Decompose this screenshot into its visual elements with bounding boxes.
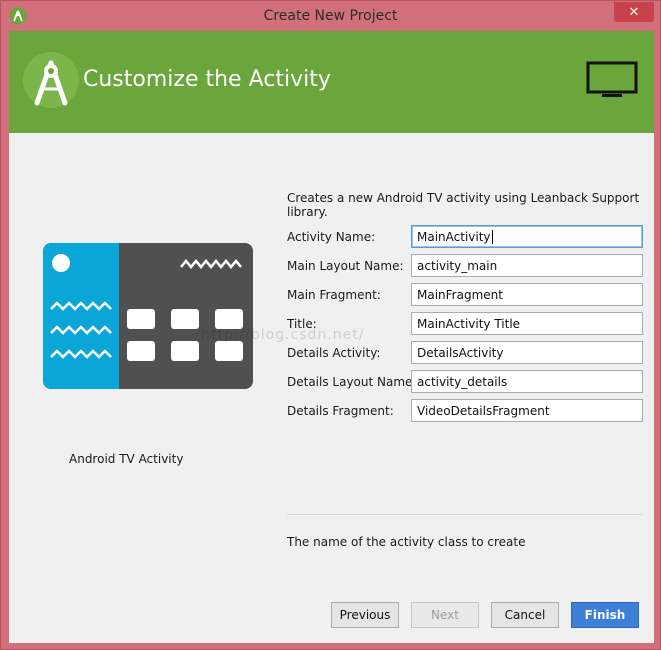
form-row-details-activity: Details Activity: DetailsActivity [287,341,644,364]
form-row-details-layout-name: Details Layout Name: activity_details [287,370,644,393]
tv-icon [586,61,638,97]
details-activity-label: Details Activity: [287,345,381,360]
android-tv-activity-preview-image [43,243,253,389]
details-layout-name-label: Details Layout Name: [287,374,417,389]
main-layout-name-input[interactable]: activity_main [411,254,643,277]
title-input[interactable]: MainActivity Title [411,312,643,335]
form-row-main-layout-name: Main Layout Name: activity_main [287,254,644,277]
details-fragment-label: Details Fragment: [287,403,394,418]
main-fragment-label: Main Fragment: [287,287,381,302]
main-fragment-input[interactable]: MainFragment [411,283,643,306]
form-row-activity-name: Activity Name: MainActivity [287,225,644,248]
activity-name-label: Activity Name: [287,229,376,244]
close-icon: ✕ [628,4,640,20]
page-title: Customize the Activity [83,67,331,92]
dialog-window: Create New Project ✕ Customize the Activ… [0,0,661,650]
wizard-header: Customize the Activity [9,31,654,133]
form-row-details-fragment: Details Fragment: VideoDetailsFragment [287,399,644,422]
main-layout-name-label: Main Layout Name: [287,258,404,273]
divider [287,514,642,515]
cancel-button[interactable]: Cancel [491,602,559,628]
window-title: Create New Project [263,8,398,24]
details-activity-input[interactable]: DetailsActivity [411,341,643,364]
details-fragment-input[interactable]: VideoDetailsFragment [411,399,643,422]
dialog-content: Customize the Activity Creates a new And… [9,31,654,643]
template-name-caption: Android TV Activity [69,452,184,466]
form-row-main-fragment: Main Fragment: MainFragment [287,283,644,306]
activity-name-input[interactable]: MainActivity [411,225,643,248]
next-button[interactable]: Next [411,602,479,628]
field-help-text: The name of the activity class to create [287,535,526,549]
template-description: Creates a new Android TV activity using … [287,191,640,219]
previous-button[interactable]: Previous [331,602,399,628]
finish-button[interactable]: Finish [571,602,639,628]
text-caret [491,229,493,244]
details-layout-name-input[interactable]: activity_details [411,370,643,393]
close-button[interactable]: ✕ [614,2,654,22]
android-studio-app-icon [9,7,27,25]
watermark-text: http://blog.csdn.net/ [201,327,365,343]
android-studio-icon [23,52,79,108]
title-bar[interactable]: Create New Project ✕ [1,1,660,31]
